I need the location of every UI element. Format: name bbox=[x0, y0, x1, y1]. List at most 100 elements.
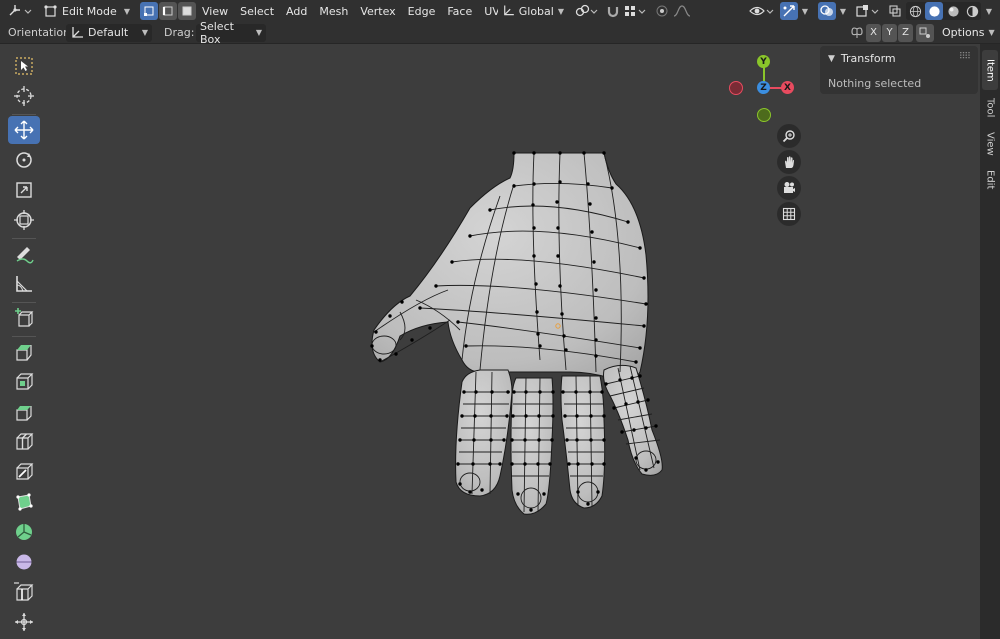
options-label: Options bbox=[942, 26, 985, 39]
gizmo-y-axis[interactable]: Y bbox=[757, 55, 770, 68]
link-icon bbox=[575, 4, 598, 17]
object-visibility-select[interactable] bbox=[748, 2, 776, 20]
mirror-x-button[interactable]: X bbox=[866, 23, 881, 42]
scale-icon bbox=[16, 182, 32, 198]
select-box-icon bbox=[15, 57, 33, 75]
proportional-edit-toggle[interactable] bbox=[654, 2, 670, 20]
loop-cut-tool[interactable] bbox=[8, 428, 40, 456]
menu-select[interactable]: Select bbox=[234, 5, 280, 18]
rotate-tool[interactable] bbox=[8, 146, 40, 174]
tab-view-label: View bbox=[984, 132, 996, 156]
toolbar-separator bbox=[12, 336, 36, 337]
camera-view-button[interactable] bbox=[777, 176, 801, 200]
overlays-options[interactable]: ▼ bbox=[836, 2, 850, 20]
orientation-select[interactable]: Default ▼ bbox=[66, 23, 152, 42]
annotate-tool[interactable] bbox=[8, 240, 40, 268]
nothing-selected-text: Nothing selected bbox=[828, 77, 922, 90]
viewport-header: Edit Mode ▼ View Select Add Mesh Vertex … bbox=[0, 0, 1000, 22]
orientation-label: Global bbox=[518, 4, 554, 18]
wireframe-shading-button[interactable] bbox=[906, 2, 924, 20]
drag-select[interactable]: Select Box ▼ bbox=[196, 20, 266, 46]
chevron-down-icon: ▼ bbox=[123, 6, 130, 16]
perspective-toggle-button[interactable] bbox=[777, 202, 801, 226]
auto-merge-toggle[interactable] bbox=[916, 23, 934, 42]
gizmo-options[interactable]: ▼ bbox=[798, 2, 812, 20]
pan-button[interactable] bbox=[777, 150, 801, 174]
scale-tool[interactable] bbox=[8, 176, 40, 204]
poly-build-tool[interactable] bbox=[8, 488, 40, 516]
3d-viewport[interactable]: Y X Z bbox=[40, 44, 814, 639]
tab-view[interactable]: View bbox=[982, 126, 998, 162]
menu-view[interactable]: View bbox=[196, 5, 234, 18]
overlays-toggle[interactable] bbox=[818, 2, 836, 20]
measure-tool[interactable] bbox=[8, 270, 40, 298]
add-cube-tool[interactable] bbox=[8, 304, 40, 332]
snap-target-select[interactable] bbox=[622, 2, 648, 20]
bevel-tool[interactable] bbox=[8, 398, 40, 426]
extrude-tool[interactable] bbox=[8, 338, 40, 366]
shading-options[interactable]: ▼ bbox=[982, 2, 996, 20]
material-preview-button[interactable] bbox=[944, 2, 962, 20]
mirror-topology-toggle[interactable] bbox=[848, 24, 866, 42]
menu-vertex[interactable]: Vertex bbox=[354, 5, 401, 18]
transform-panel-header[interactable]: ▼ Transform bbox=[828, 52, 896, 65]
inset-faces-icon bbox=[16, 373, 34, 390]
zoom-button[interactable] bbox=[777, 124, 801, 148]
menu-add[interactable]: Add bbox=[280, 5, 313, 18]
xray-toggle[interactable] bbox=[886, 2, 904, 20]
select-mode-group bbox=[140, 2, 196, 20]
mode-label: Edit Mode bbox=[62, 4, 117, 18]
smooth-sphere-icon bbox=[16, 554, 32, 570]
mirror-y-button[interactable]: Y bbox=[882, 23, 897, 42]
cursor-tool[interactable] bbox=[8, 82, 40, 110]
gizmo-neg-y[interactable] bbox=[757, 108, 771, 122]
solid-sphere-icon bbox=[928, 5, 940, 17]
toolbar-separator bbox=[12, 238, 36, 239]
spin-tool[interactable] bbox=[8, 518, 40, 546]
face-select-button[interactable] bbox=[178, 2, 196, 20]
gizmo-x-axis[interactable]: X bbox=[781, 81, 794, 94]
mesh-overlay-icon bbox=[856, 5, 879, 17]
shrink-fatten-tool[interactable] bbox=[8, 608, 40, 636]
tab-edit[interactable]: Edit bbox=[982, 164, 998, 196]
inset-tool[interactable] bbox=[8, 368, 40, 396]
edge-select-button[interactable] bbox=[159, 2, 177, 20]
menu-face[interactable]: Face bbox=[441, 5, 478, 18]
wireframe-sphere-icon bbox=[909, 5, 921, 17]
transform-orientation-select[interactable]: Global ▼ bbox=[498, 2, 568, 20]
chevron-down-icon: ▼ bbox=[801, 6, 809, 16]
move-tool[interactable] bbox=[8, 116, 40, 144]
menu-edge[interactable]: Edge bbox=[402, 5, 442, 18]
pivot-point-select[interactable] bbox=[574, 2, 600, 20]
sidebar: ▼ Transform ⠿⠿ Nothing selected bbox=[814, 44, 980, 639]
butterfly-icon bbox=[851, 26, 863, 38]
edge-slide-tool[interactable] bbox=[8, 578, 40, 606]
pencil-icon bbox=[16, 247, 34, 264]
menu-mesh[interactable]: Mesh bbox=[313, 5, 354, 18]
knife-icon bbox=[16, 463, 34, 480]
rendered-shading-button[interactable] bbox=[963, 2, 981, 20]
options-dropdown[interactable]: Options ▼ bbox=[938, 23, 996, 42]
drag-handle-icon[interactable]: ⠿⠿ bbox=[959, 52, 971, 62]
gizmo-neg-x[interactable] bbox=[729, 81, 743, 95]
snap-toggle[interactable] bbox=[604, 2, 622, 20]
knife-tool[interactable] bbox=[8, 458, 40, 486]
mesh-edit-overlays-select[interactable] bbox=[854, 2, 882, 20]
smooth-tool[interactable] bbox=[8, 548, 40, 576]
select-box-tool[interactable] bbox=[8, 52, 40, 80]
chevron-down-icon: ▼ bbox=[828, 53, 835, 64]
gizmo-z-axis[interactable]: Z bbox=[757, 81, 770, 94]
mode-select[interactable]: Edit Mode ▼ bbox=[40, 2, 134, 20]
transform-tool[interactable] bbox=[8, 206, 40, 234]
shrink-fatten-icon bbox=[15, 613, 33, 631]
solid-shading-button[interactable] bbox=[925, 2, 943, 20]
editor-type-button[interactable] bbox=[6, 2, 34, 20]
tab-tool[interactable]: Tool bbox=[982, 92, 998, 124]
falloff-select[interactable] bbox=[672, 2, 696, 20]
vertex-select-button[interactable] bbox=[140, 2, 158, 20]
mirror-z-button[interactable]: Z bbox=[898, 23, 913, 42]
tab-tool-label: Tool bbox=[984, 98, 996, 118]
tab-item[interactable]: Item bbox=[982, 50, 998, 90]
gizmo-toggle[interactable] bbox=[780, 2, 798, 20]
vertex-select-icon bbox=[144, 6, 154, 16]
